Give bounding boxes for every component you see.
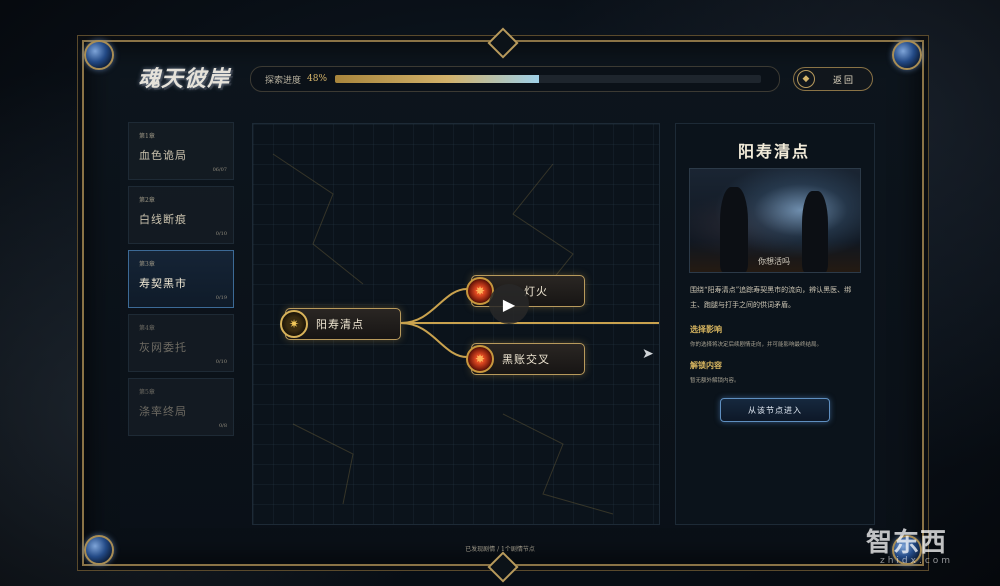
- play-video-icon[interactable]: ▶: [489, 284, 529, 324]
- chapter-number: 第4章: [139, 325, 155, 332]
- chapter-item-5[interactable]: 第5章 涤率终局 0/8: [128, 378, 234, 436]
- choice-impact-text: 你的选择将决定后续剧情走向，并可能影响最终结局。: [690, 342, 823, 348]
- chapter-name: 血色诡局: [139, 149, 187, 162]
- corner-orb-top-right: [892, 40, 922, 70]
- chapter-item-4[interactable]: 第4章 灰网委托 0/10: [128, 314, 234, 372]
- flame-gem-icon: ✸: [466, 345, 494, 373]
- progress-fill: [335, 75, 540, 83]
- connector-to-node-3: [400, 322, 468, 358]
- chapter-name: 白线断痕: [139, 213, 187, 226]
- chapter-count: 0/10: [215, 231, 227, 237]
- choice-impact-heading: 选择影响: [690, 324, 722, 334]
- chapter-name: 涤率终局: [139, 405, 187, 418]
- corner-orb-top-left: [84, 40, 114, 70]
- connector-to-node-2: [400, 288, 468, 324]
- crack-line: [292, 423, 354, 505]
- chapter-number: 第3章: [139, 261, 155, 268]
- node-label: 阳寿清点: [316, 318, 364, 331]
- back-button[interactable]: ◆ 返回: [793, 67, 873, 91]
- chapter-name: 寿契黑市: [139, 277, 187, 290]
- chapter-name: 灰网委托: [139, 341, 187, 354]
- detail-title: 阳寿清点: [737, 142, 810, 161]
- node-label: 黑账交叉: [502, 353, 550, 366]
- chapter-count: 06/07: [212, 167, 227, 173]
- progress-track: [335, 75, 761, 83]
- unlock-content-text: 暂无额外解锁内容。: [690, 378, 740, 384]
- story-graph-panel: ✷ 阳寿清点 ✸ 灯火 ✸ 黑账交叉: [252, 123, 660, 525]
- progress-label: 探索进度: [265, 75, 302, 86]
- game-logo: 魂天彼岸: [137, 66, 230, 92]
- enter-from-node-button[interactable]: 从该节点进入: [720, 398, 830, 422]
- node-description: 围绕“阳寿清点”追踪寿契黑市的流向，辨认黑医、绑主、跑腿与打手之间的供词矛盾。: [690, 286, 852, 309]
- progress-percent: 48%: [307, 74, 328, 84]
- discovered-nodes-footer: 已发现剧情 / 1个剧情节点: [465, 546, 535, 553]
- unlock-content-heading: 解锁内容: [690, 360, 722, 370]
- image-caption: 你想活吗: [758, 257, 790, 266]
- story-node-1[interactable]: ✷ 阳寿清点: [280, 308, 401, 340]
- chapter-number: 第1章: [139, 133, 155, 140]
- mouse-cursor-icon: ➤: [642, 346, 654, 362]
- star-gem-icon: ✷: [280, 310, 308, 338]
- chapter-item-1[interactable]: 第1章 血色诡局 06/07: [128, 122, 234, 180]
- crack-line: [272, 153, 364, 285]
- chapter-count: 0/10: [215, 359, 227, 365]
- watermark-url: zhidx.com: [880, 556, 954, 566]
- back-arrow-icon: ◆: [797, 70, 815, 88]
- watermark-logo: 智东西: [866, 528, 948, 558]
- chapter-item-3[interactable]: 第3章 寿契黑市 0/19: [128, 250, 234, 308]
- crack-line: [502, 413, 614, 515]
- story-node-3[interactable]: ✸ 黑账交叉: [466, 343, 585, 375]
- chapter-item-2[interactable]: 第2章 白线断痕 0/10: [128, 186, 234, 244]
- chapter-count: 0/19: [215, 295, 227, 301]
- chapter-number: 第5章: [139, 389, 155, 396]
- exploration-progress: 探索进度 48%: [250, 66, 780, 92]
- chapter-count: 0/8: [218, 423, 227, 429]
- back-button-label: 返回: [833, 75, 856, 86]
- chapter-number: 第2章: [139, 197, 155, 204]
